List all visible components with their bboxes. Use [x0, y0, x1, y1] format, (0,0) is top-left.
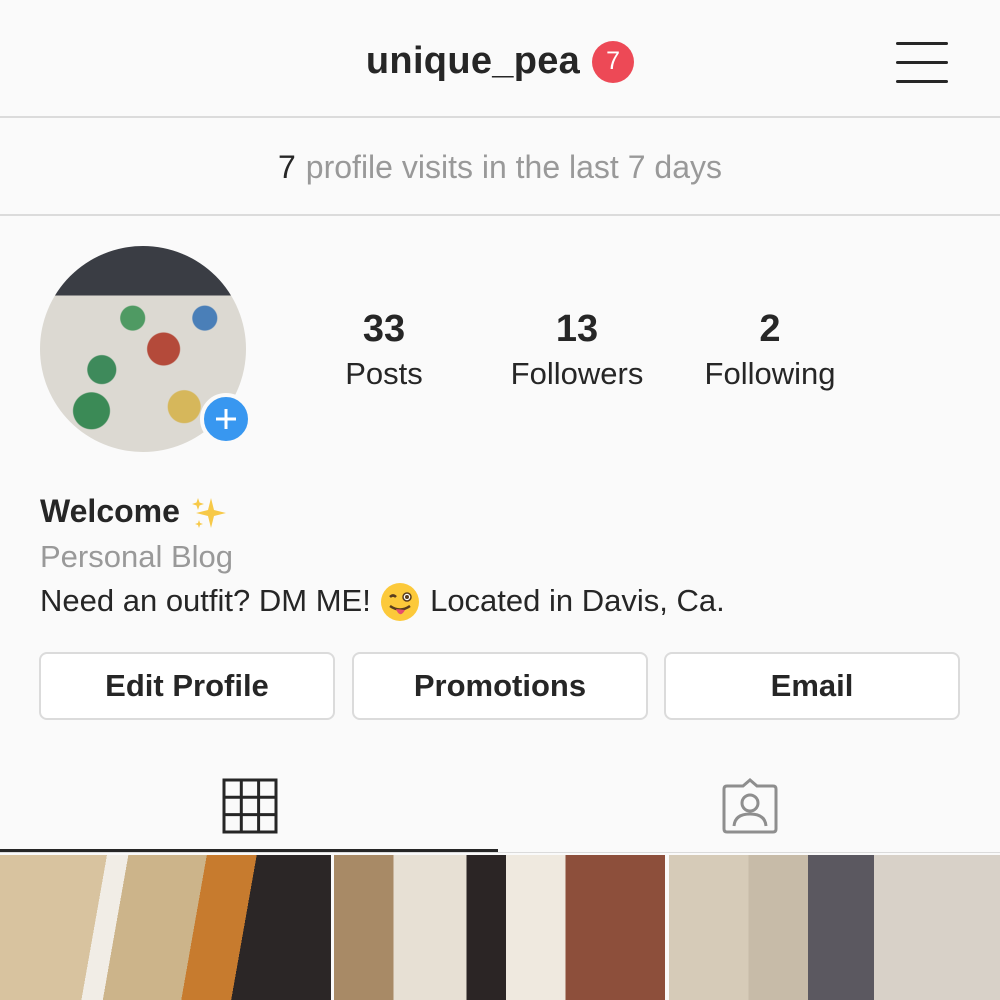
hamburger-menu-icon[interactable]	[896, 42, 948, 86]
profile-visits-count: 7	[278, 148, 296, 185]
stat-posts[interactable]: 33 Posts	[284, 306, 484, 396]
tab-tagged[interactable]	[500, 760, 1000, 852]
bio-category: Personal Blog	[40, 538, 234, 574]
bio-name: Welcome	[40, 493, 180, 529]
notification-badge[interactable]: 7	[592, 40, 635, 83]
bio-name-line: Welcome	[40, 490, 980, 534]
bio-text: Need an outfit? DM ME! Located in Davis,…	[40, 580, 980, 624]
plus-icon	[216, 409, 236, 429]
bio-text-after: Located in Davis, Ca.	[430, 582, 725, 618]
posts-label: Posts	[345, 356, 423, 391]
winking-tongue-emoji	[381, 583, 420, 622]
post-thumbnail[interactable]	[0, 855, 331, 1000]
profile-header: unique_pea 7	[0, 0, 1000, 118]
posts-count: 33	[362, 308, 406, 350]
profile-visits-text: profile visits in the last 7 days	[305, 148, 722, 185]
profile-visits-banner[interactable]: 7 profile visits in the last 7 days	[0, 120, 1000, 216]
followers-count: 13	[555, 308, 599, 350]
tagged-person-icon	[722, 778, 778, 834]
grid-icon	[222, 778, 278, 834]
active-tab-indicator	[0, 849, 498, 852]
edit-profile-button[interactable]: Edit Profile	[39, 652, 335, 720]
profile-bio: Welcome Personal Blog Need an outfit? DM…	[40, 490, 980, 623]
bio-text-before: Need an outfit? DM ME!	[40, 582, 371, 618]
stat-following[interactable]: 2 Following	[670, 306, 870, 396]
followers-label: Followers	[510, 356, 644, 391]
username[interactable]: unique_pea	[366, 40, 580, 83]
promotions-button[interactable]: Promotions	[352, 652, 648, 720]
email-button[interactable]: Email	[664, 652, 960, 720]
username-bar[interactable]: unique_pea 7	[0, 40, 1000, 83]
post-thumbnail[interactable]	[669, 855, 1000, 1000]
sparkles-emoji	[191, 497, 226, 528]
following-count: 2	[759, 308, 781, 350]
add-story-button[interactable]	[200, 393, 252, 445]
tab-divider	[0, 852, 1000, 853]
tab-grid[interactable]	[0, 760, 500, 852]
post-thumbnail[interactable]	[334, 855, 665, 1000]
following-label: Following	[704, 356, 836, 391]
stat-followers[interactable]: 13 Followers	[477, 306, 677, 396]
